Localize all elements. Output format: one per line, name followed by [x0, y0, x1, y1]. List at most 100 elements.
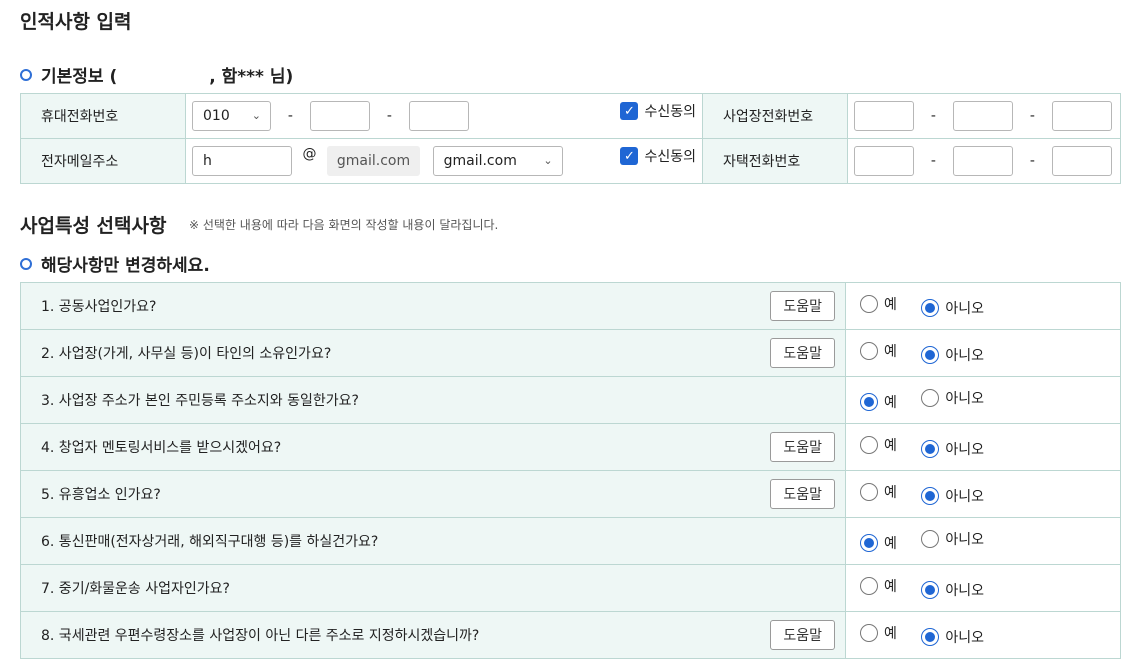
question-cell: 8. 국세관련 우편수령장소를 사업장이 아닌 다른 주소로 지정하시겠습니까?…	[20, 611, 846, 659]
dash: -	[1029, 153, 1035, 169]
no-label: 아니오	[945, 583, 984, 599]
yes-radio[interactable]: 예	[860, 482, 897, 502]
email-domain-select[interactable]: gmail.com ⌄	[432, 146, 563, 176]
mobile-prefix-select[interactable]: 010 ⌄	[192, 101, 271, 131]
yes-radio[interactable]: 예	[860, 341, 897, 361]
question-row: 2. 사업장(가게, 사무실 등)이 타인의 소유인가요? 도움말 예 아니오	[20, 329, 1121, 377]
question-text: 6. 통신판매(전자상거래, 해외직구대행 등)를 하실건가요?	[41, 534, 379, 550]
yes-label: 예	[884, 344, 897, 360]
question-text: 8. 국세관련 우편수령장소를 사업장이 아닌 다른 주소로 지정하시겠습니까?	[41, 628, 480, 644]
dash: -	[386, 108, 392, 124]
help-button[interactable]: 도움말	[770, 291, 835, 321]
answer-cell: 예 아니오	[845, 611, 1121, 659]
radio-circle-icon	[860, 577, 878, 595]
yes-label: 예	[884, 626, 897, 642]
no-radio[interactable]: 아니오	[921, 439, 984, 459]
answer-cell: 예 아니오	[845, 423, 1121, 471]
no-label: 아니오	[945, 630, 984, 646]
yes-radio[interactable]: 예	[860, 294, 897, 314]
yes-radio[interactable]: 예	[860, 623, 897, 643]
question-text: 2. 사업장(가게, 사무실 등)이 타인의 소유인가요?	[41, 346, 332, 362]
yes-label: 예	[884, 485, 897, 501]
business-questions-table: 1. 공동사업인가요? 도움말 예 아니오 2. 사업장(가게, 사무실 등)이…	[20, 282, 1121, 659]
question-text: 3. 사업장 주소가 본인 주민등록 주소지와 동일한가요?	[41, 393, 359, 409]
question-cell: 1. 공동사업인가요? 도움말	[20, 282, 846, 330]
dash: -	[930, 153, 936, 169]
dash: -	[287, 108, 293, 124]
mobile-last-input[interactable]	[408, 101, 469, 131]
question-row: 8. 국세관련 우편수령장소를 사업장이 아닌 다른 주소로 지정하시겠습니까?…	[20, 611, 1121, 659]
radio-circle-icon	[921, 530, 940, 548]
no-radio[interactable]: 아니오	[921, 388, 984, 408]
question-row: 5. 유흥업소 인가요? 도움말 예 아니오	[20, 470, 1121, 518]
mobile-prefix-value: 010	[203, 108, 230, 124]
basic-info-heading-prefix: 기본정보 (	[41, 67, 118, 87]
email-domain-display: gmail.com	[326, 146, 421, 176]
help-button[interactable]: 도움말	[770, 620, 835, 650]
business-phone-mid-input[interactable]	[952, 101, 1013, 131]
no-label: 아니오	[945, 348, 984, 364]
help-button[interactable]: 도움말	[770, 338, 835, 368]
no-radio[interactable]: 아니오	[921, 529, 984, 549]
radio-circle-icon	[860, 436, 878, 454]
question-row: 6. 통신판매(전자상거래, 해외직구대행 등)를 하실건가요? 예 아니오	[20, 517, 1121, 565]
question-row: 1. 공동사업인가요? 도움말 예 아니오	[20, 282, 1121, 330]
radio-circle-icon	[921, 299, 940, 317]
mobile-mid-input[interactable]	[309, 101, 370, 131]
no-label: 아니오	[945, 442, 984, 458]
basic-info-table: 휴대전화번호 010 ⌄ - - ✓ 수신동의 사업장전화번호 - - 전자메일주…	[20, 93, 1121, 184]
yes-label: 예	[884, 579, 897, 595]
question-cell: 4. 창업자 멘토링서비스를 받으시겠어요? 도움말	[20, 423, 846, 471]
no-label: 아니오	[945, 489, 984, 505]
help-button[interactable]: 도움말	[770, 479, 835, 509]
basic-info-heading: 기본정보 ( , 함*** 님)	[20, 62, 293, 87]
question-cell: 3. 사업장 주소가 본인 주민등록 주소지와 동일한가요?	[20, 376, 846, 424]
home-phone-mid-input[interactable]	[952, 146, 1013, 176]
no-label: 아니오	[945, 301, 984, 317]
answer-cell: 예 아니오	[845, 517, 1121, 565]
question-cell: 5. 유흥업소 인가요? 도움말	[20, 470, 846, 518]
business-phone-area-input[interactable]	[854, 101, 914, 131]
no-radio[interactable]: 아니오	[921, 580, 984, 600]
business-subheading-text: 해당사항만 변경하세요.	[41, 256, 210, 276]
mobile-consent-checkbox[interactable]: ✓ 수신동의	[620, 101, 696, 121]
at-sign: @	[302, 146, 317, 162]
chevron-down-icon: ⌄	[251, 109, 261, 122]
email-domain-select-value: gmail.com	[443, 153, 517, 169]
email-consent-checkbox[interactable]: ✓ 수신동의	[620, 146, 696, 166]
question-text: 4. 창업자 멘토링서비스를 받으시겠어요?	[41, 440, 282, 456]
home-phone-last-input[interactable]	[1051, 146, 1112, 176]
no-label: 아니오	[945, 532, 984, 548]
question-row: 4. 창업자 멘토링서비스를 받으시겠어요? 도움말 예 아니오	[20, 423, 1121, 471]
basic-info-heading-suffix: , 함*** 님)	[209, 67, 294, 87]
no-radio[interactable]: 아니오	[921, 486, 984, 506]
yes-label: 예	[884, 438, 897, 454]
radio-circle-icon	[860, 295, 878, 313]
radio-circle-icon	[921, 389, 940, 407]
dash: -	[1029, 108, 1035, 124]
email-local-input[interactable]: h	[192, 146, 292, 176]
checkmark-icon: ✓	[620, 147, 639, 165]
business-phone-last-input[interactable]	[1051, 101, 1112, 131]
answer-cell: 예 아니오	[845, 282, 1121, 330]
no-radio[interactable]: 아니오	[921, 627, 984, 647]
radio-circle-icon	[921, 440, 940, 458]
no-radio[interactable]: 아니오	[921, 345, 984, 365]
radio-circle-icon	[921, 346, 940, 364]
yes-radio[interactable]: 예	[860, 533, 897, 553]
yes-radio[interactable]: 예	[860, 435, 897, 455]
mobile-consent-label: 수신동의	[644, 104, 696, 120]
question-text: 5. 유흥업소 인가요?	[41, 487, 161, 503]
business-section-title: 사업특성 선택사항	[20, 215, 167, 237]
business-subheading: 해당사항만 변경하세요.	[20, 251, 210, 276]
business-phone-label: 사업장전화번호	[702, 93, 848, 139]
no-radio[interactable]: 아니오	[921, 298, 984, 318]
radio-circle-icon	[860, 624, 878, 642]
question-row: 7. 중기/화물운송 사업자인가요? 예 아니오	[20, 564, 1121, 612]
yes-radio[interactable]: 예	[860, 392, 897, 412]
question-cell: 2. 사업장(가게, 사무실 등)이 타인의 소유인가요? 도움말	[20, 329, 846, 377]
yes-radio[interactable]: 예	[860, 576, 897, 596]
circle-bullet-icon	[20, 68, 32, 81]
help-button[interactable]: 도움말	[770, 432, 835, 462]
home-phone-area-input[interactable]	[854, 146, 914, 176]
